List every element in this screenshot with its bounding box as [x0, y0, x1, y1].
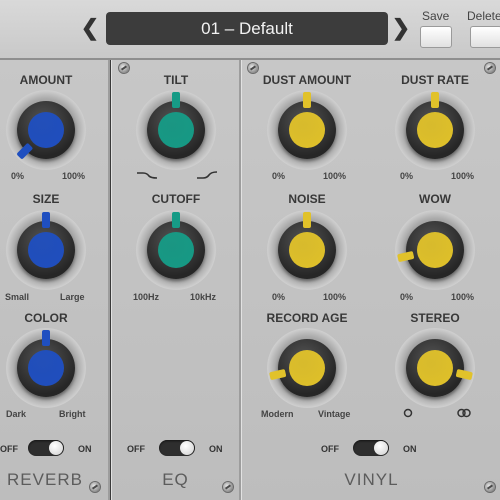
stereo-icon — [457, 408, 471, 418]
preset-bar: ❮ 01 – Default ❯ Save Delete — [0, 0, 500, 60]
vinyl-dust-rate-knob[interactable] — [395, 90, 475, 170]
screw-icon — [119, 63, 129, 73]
tilt-label: TILT — [163, 73, 189, 87]
cutoff-min-label: 100Hz — [133, 292, 160, 302]
reverb-off-label: OFF — [0, 444, 18, 454]
record-age-min-label: Modern — [261, 409, 294, 419]
color-min-label: Dark — [6, 409, 27, 419]
vinyl-noise-knob[interactable] — [267, 210, 347, 290]
save-button[interactable] — [420, 26, 452, 48]
knob-pointer — [303, 92, 311, 126]
preset-name-display[interactable]: 01 – Default — [106, 12, 388, 45]
size-label: SIZE — [32, 192, 60, 206]
vinyl-record-age-knob[interactable] — [267, 328, 347, 408]
noise-max-label: 100% — [323, 292, 347, 302]
reverb-size-knob[interactable] — [6, 210, 86, 290]
reverb-color-knob[interactable] — [6, 328, 86, 408]
knob-pointer — [172, 92, 180, 126]
screw-icon — [485, 63, 495, 73]
save-label: Save — [422, 9, 450, 23]
reverb-amount-knob[interactable] — [6, 90, 86, 170]
knob-pointer — [431, 92, 439, 126]
color-max-label: Bright — [59, 409, 86, 419]
toggle-thumb — [49, 441, 63, 455]
chevron-left-icon[interactable]: ❮ — [80, 14, 100, 42]
tilt-high-icon — [197, 171, 218, 179]
eq-power-toggle[interactable] — [159, 440, 195, 456]
dust-amount-label: DUST AMOUNT — [262, 73, 352, 87]
knob-pointer — [172, 212, 180, 246]
toggle-thumb — [374, 441, 388, 455]
dust-rate-max-label: 100% — [451, 171, 475, 181]
reverb-section-title: REVERB — [7, 470, 83, 489]
eq-on-label: ON — [209, 444, 223, 454]
chevron-right-icon[interactable]: ❯ — [391, 14, 411, 42]
vinyl-off-label: OFF — [321, 444, 339, 454]
knob-pointer — [303, 212, 311, 246]
wow-min-label: 0% — [400, 292, 414, 302]
dust-rate-label: DUST RATE — [401, 73, 469, 87]
reverb-power-toggle[interactable] — [28, 440, 64, 456]
noise-label: NOISE — [288, 192, 326, 206]
color-label: COLOR — [24, 311, 68, 325]
delete-button[interactable] — [470, 26, 500, 48]
size-max-label: Large — [60, 292, 85, 302]
eq-tilt-knob[interactable] — [136, 90, 216, 170]
screw-icon — [90, 482, 100, 492]
dust-rate-min-label: 0% — [400, 171, 414, 181]
dust-amount-min-label: 0% — [272, 171, 286, 181]
knob-pointer — [42, 330, 50, 364]
vinyl-section-title: VINYL — [344, 470, 399, 489]
delete-label: Delete — [467, 9, 500, 23]
wow-label: WOW — [419, 192, 451, 206]
noise-min-label: 0% — [272, 292, 286, 302]
vinyl-on-label: ON — [403, 444, 417, 454]
record-age-label: RECORD AGE — [266, 311, 348, 325]
cutoff-max-label: 10kHz — [190, 292, 217, 302]
eq-cutoff-knob[interactable] — [136, 210, 216, 290]
amount-max-label: 100% — [62, 171, 86, 181]
plugin-window: ❮ 01 – Default ❯ Save Delete AMOUNT 0% 1… — [0, 0, 500, 500]
vinyl-power-toggle[interactable] — [353, 440, 389, 456]
reverb-on-label: ON — [78, 444, 92, 454]
reverb-panel: AMOUNT 0% 100% SIZE Small Large COLOR Da… — [0, 60, 110, 500]
toggle-thumb — [180, 441, 194, 455]
eq-off-label: OFF — [127, 444, 145, 454]
record-age-max-label: Vintage — [318, 409, 351, 419]
stereo-label: STEREO — [410, 311, 460, 325]
mono-icon — [403, 408, 413, 418]
size-min-label: Small — [5, 292, 30, 302]
knob-pointer — [42, 212, 50, 246]
eq-section-title: EQ — [162, 470, 189, 489]
dust-amount-max-label: 100% — [323, 171, 347, 181]
vinyl-stereo-knob[interactable] — [395, 328, 475, 408]
vinyl-panel: DUST AMOUNT 0% 100% DUST RATE 0% 100% NO… — [241, 60, 500, 500]
screw-icon — [248, 63, 258, 73]
tilt-low-icon — [137, 172, 158, 179]
vinyl-dust-amount-knob[interactable] — [267, 90, 347, 170]
amount-label: AMOUNT — [19, 73, 73, 87]
amount-min-label: 0% — [11, 171, 25, 181]
vinyl-wow-knob[interactable] — [395, 210, 475, 290]
cutoff-label: CUTOFF — [151, 192, 201, 206]
eq-panel: TILT CUTOFF 100Hz 10kHz OFF ON EQ — [111, 60, 241, 500]
wow-max-label: 100% — [451, 292, 475, 302]
